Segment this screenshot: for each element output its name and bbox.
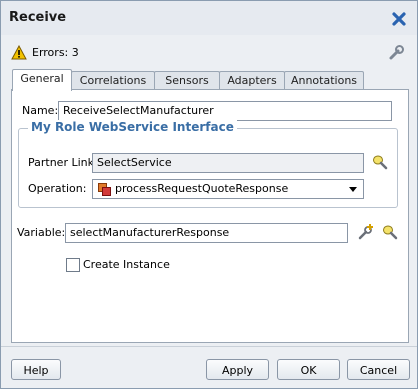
operation-icon [98, 183, 111, 196]
close-icon[interactable] [391, 11, 407, 27]
tab-annotations[interactable]: Annotations [284, 71, 364, 90]
partner-link-label: Partner Link: [28, 156, 98, 169]
flashlight-icon[interactable] [382, 224, 398, 240]
partner-link-field[interactable]: SelectService [92, 153, 364, 173]
footer-divider [1, 346, 417, 347]
name-label: Name: [22, 104, 59, 117]
variable-field[interactable]: selectManufacturerResponse [65, 223, 348, 243]
variable-label: Variable: [17, 226, 66, 239]
name-field[interactable]: ReceiveSelectManufacturer [58, 101, 392, 121]
tab-sensors[interactable]: Sensors [154, 71, 220, 90]
errors-indicator: Errors: 3 [11, 45, 79, 60]
help-button[interactable]: Help [11, 359, 61, 380]
add-variable-icon[interactable] [357, 223, 375, 241]
apply-button[interactable]: Apply [206, 359, 269, 380]
tab-general[interactable]: General [12, 69, 72, 91]
tab-adapters[interactable]: Adapters [219, 71, 285, 90]
create-instance-label: Create Instance [83, 258, 170, 271]
tab-correlations[interactable]: Correlations [71, 71, 155, 90]
warning-icon [11, 45, 27, 60]
operation-label: Operation: [28, 182, 87, 195]
create-instance-checkbox[interactable] [66, 258, 80, 272]
operation-select[interactable]: processRequestQuoteResponse [92, 179, 364, 199]
dialog-title: Receive [9, 10, 67, 25]
chevron-down-icon [349, 187, 357, 192]
group-title: My Role WebService Interface [28, 120, 237, 134]
title-bar: Receive [1, 1, 417, 35]
cancel-button[interactable]: Cancel [347, 359, 410, 380]
receive-dialog: Receive Errors: 3 General Correlations S… [0, 0, 418, 389]
operation-value: processRequestQuoteResponse [115, 182, 289, 195]
flashlight-icon[interactable] [372, 154, 388, 170]
general-panel: Name: ReceiveSelectManufacturer My Role … [11, 89, 409, 343]
ok-button[interactable]: OK [277, 359, 340, 380]
errors-count: Errors: 3 [32, 46, 79, 59]
wrench-icon[interactable] [387, 44, 405, 62]
